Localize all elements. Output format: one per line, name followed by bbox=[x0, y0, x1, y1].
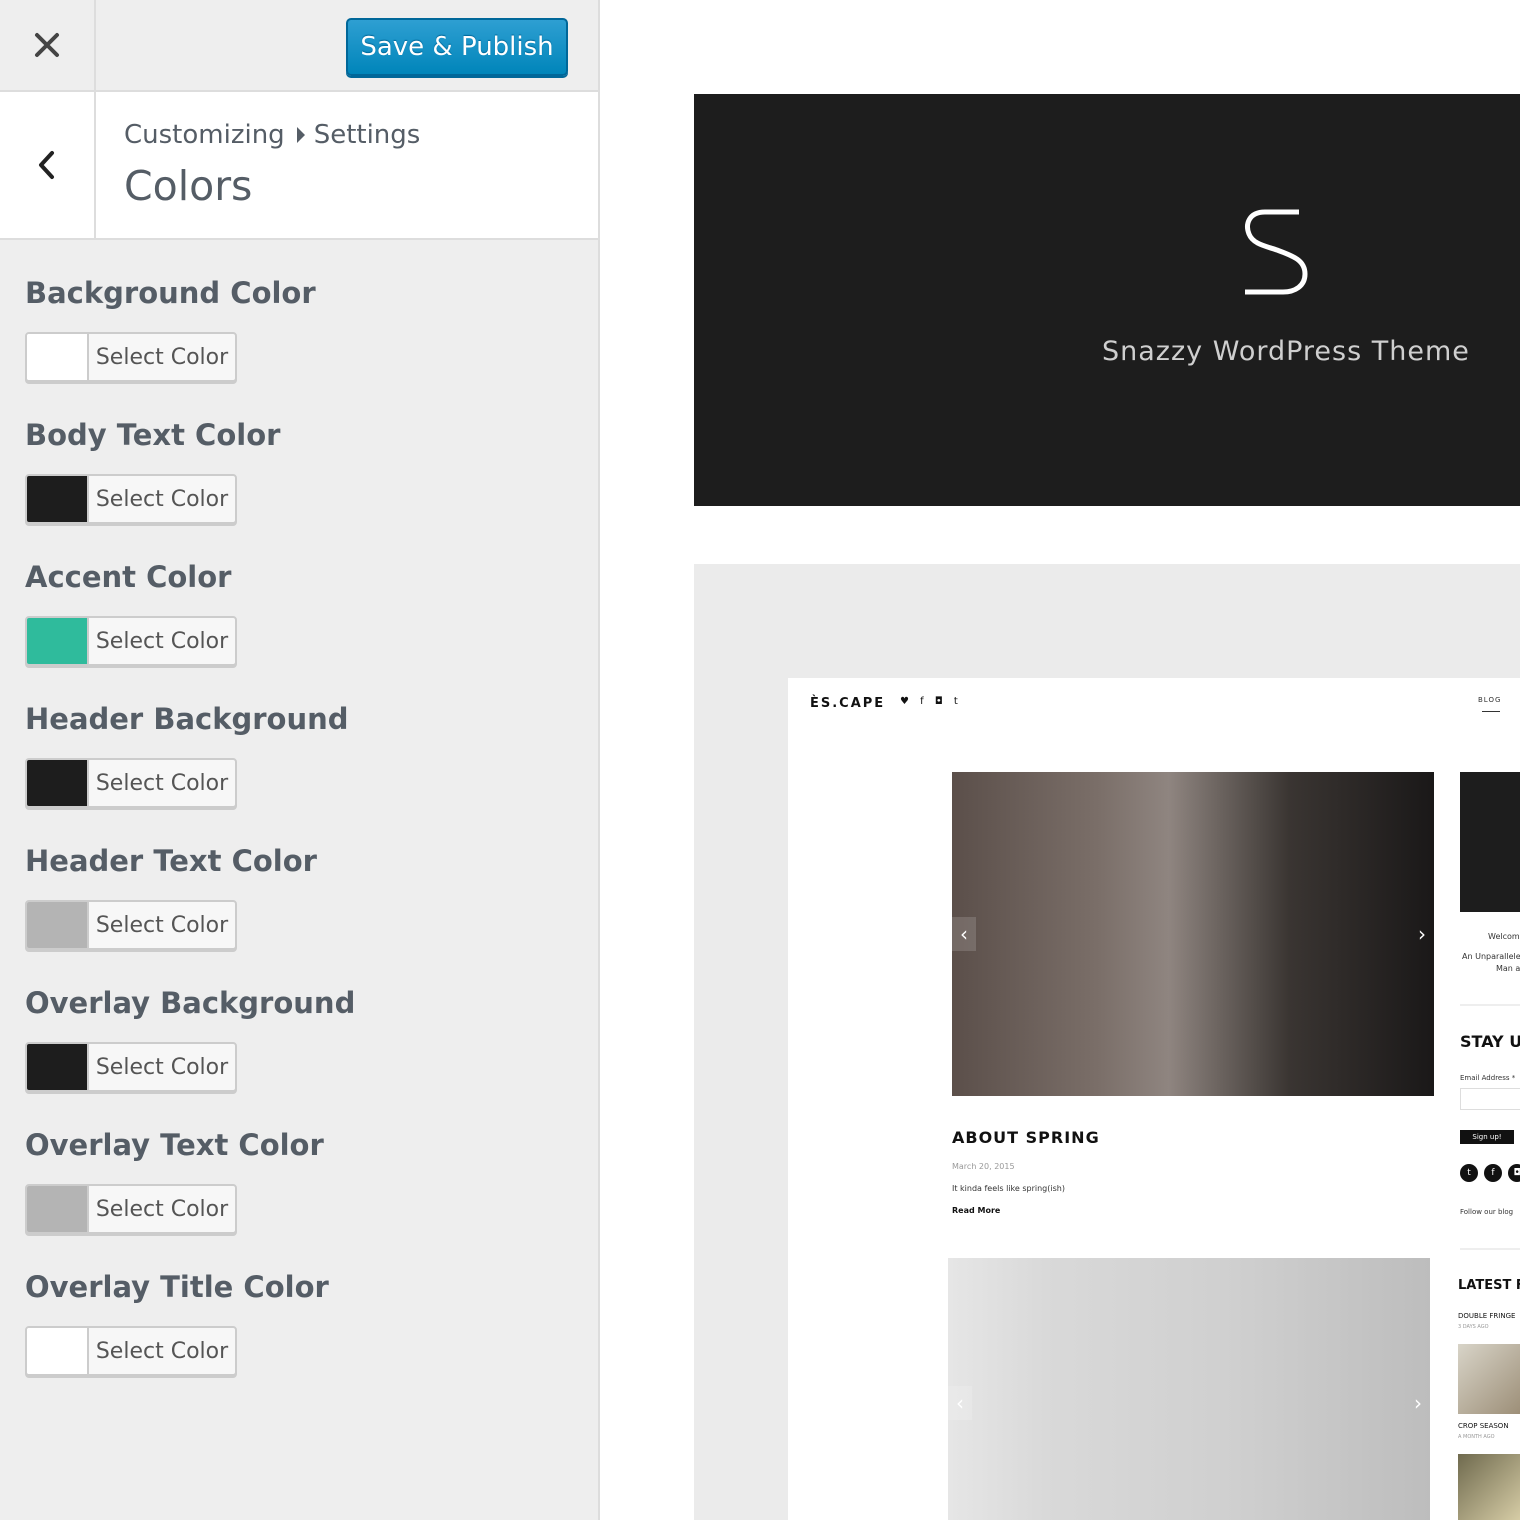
slider-next-icon[interactable]: › bbox=[1410, 917, 1434, 951]
color-control: Header Text Color Select Color bbox=[25, 844, 585, 950]
slider-prev-icon[interactable]: ‹ bbox=[948, 1386, 972, 1420]
section-title: Colors bbox=[124, 162, 253, 210]
breadcrumb-settings: Settings bbox=[313, 120, 421, 150]
select-color-label: Select Color bbox=[95, 628, 229, 654]
breadcrumb-customizing: Customizing bbox=[124, 120, 285, 150]
color-control: Overlay Title Color Select Color bbox=[25, 1270, 585, 1376]
select-color-button[interactable]: Select Color bbox=[25, 332, 237, 382]
select-color-button[interactable]: Select Color bbox=[25, 474, 237, 524]
color-swatch[interactable] bbox=[27, 760, 89, 806]
color-swatch[interactable] bbox=[27, 476, 89, 522]
s-logo-icon bbox=[1245, 209, 1308, 295]
color-control: Background Color Select Color bbox=[25, 276, 585, 382]
save-publish-button[interactable]: Save & Publish bbox=[346, 18, 568, 76]
sidebar-stay-heading: STAY U bbox=[1460, 1032, 1520, 1051]
preview-hero: Snazzy WordPress Theme bbox=[694, 94, 1520, 506]
site-sidebar: Welcom An Unparallele Man and STAY U Ema… bbox=[1458, 772, 1520, 1520]
color-control: Body Text Color Select Color bbox=[25, 418, 585, 524]
color-control: Header Background Select Color bbox=[25, 702, 585, 808]
breadcrumb: Customizing Settings bbox=[124, 120, 420, 150]
sidebar-post-thumbnail[interactable] bbox=[1458, 1454, 1520, 1520]
color-control-label: Background Color bbox=[25, 276, 316, 310]
instagram-icon[interactable]: ◘ bbox=[1508, 1164, 1520, 1182]
sidebar-signup-button[interactable]: Sign up! bbox=[1460, 1130, 1514, 1144]
back-button[interactable] bbox=[0, 92, 96, 238]
color-swatch[interactable] bbox=[27, 334, 89, 380]
select-color-label: Select Color bbox=[95, 1196, 229, 1222]
sidebar-email-label: Email Address * bbox=[1460, 1074, 1516, 1082]
color-control-label: Header Background bbox=[25, 702, 349, 736]
select-color-button[interactable]: Select Color bbox=[25, 616, 237, 666]
select-color-label: Select Color bbox=[95, 344, 229, 370]
color-control-label: Accent Color bbox=[25, 560, 232, 594]
post-excerpt: It kinda feels like spring(ish) bbox=[952, 1184, 1065, 1193]
select-color-label: Select Color bbox=[95, 770, 229, 796]
sidebar-latest-heading: LATEST F bbox=[1458, 1278, 1520, 1293]
sidebar-post-date: 3 DAYS AGO bbox=[1458, 1324, 1489, 1330]
theme-showcase: ÈS.CAPE ♥ f ◘ t BLOG ‹ › ABOUT SPRING Ma… bbox=[694, 564, 1520, 1520]
select-color-label: Select Color bbox=[95, 1338, 229, 1364]
slider-photo-man: ‹ › bbox=[952, 772, 1434, 1096]
sidebar-follow[interactable]: Follow our blog bbox=[1460, 1208, 1513, 1216]
sidebar-post-date: A MONTH AGO bbox=[1458, 1434, 1495, 1440]
sidebar-welcome: Welcom bbox=[1488, 932, 1520, 941]
sidebar-post-title[interactable]: CROP SEASON bbox=[1458, 1422, 1509, 1430]
sidebar-tagline: An Unparallele bbox=[1462, 952, 1520, 961]
site-logo: ÈS.CAPE bbox=[810, 696, 886, 711]
site-nav-blog[interactable]: BLOG bbox=[1478, 696, 1501, 704]
select-color-label: Select Color bbox=[95, 1054, 229, 1080]
sidebar-post-title[interactable]: DOUBLE FRINGE bbox=[1458, 1312, 1515, 1320]
select-color-button[interactable]: Select Color bbox=[25, 1184, 237, 1234]
customizer-sidebar: Save & Publish Customizing Settings Colo… bbox=[0, 0, 600, 1520]
color-swatch[interactable] bbox=[27, 1044, 89, 1090]
site-mockup: ÈS.CAPE ♥ f ◘ t BLOG ‹ › ABOUT SPRING Ma… bbox=[788, 678, 1520, 1520]
color-control: Overlay Text Color Select Color bbox=[25, 1128, 585, 1234]
post-title[interactable]: ABOUT SPRING bbox=[952, 1128, 1100, 1147]
sidebar-tagline-2: Man and bbox=[1496, 964, 1520, 973]
color-swatch[interactable] bbox=[27, 902, 89, 948]
color-swatch[interactable] bbox=[27, 1328, 89, 1374]
color-swatch[interactable] bbox=[27, 618, 89, 664]
sidebar-divider bbox=[1460, 1248, 1520, 1250]
section-header: Customizing Settings Colors bbox=[0, 92, 598, 240]
sidebar-post-thumbnail[interactable] bbox=[1458, 1344, 1520, 1414]
close-icon bbox=[35, 33, 59, 57]
close-button[interactable] bbox=[0, 0, 96, 90]
color-control: Overlay Background Select Color bbox=[25, 986, 585, 1092]
select-color-label: Select Color bbox=[95, 912, 229, 938]
post-date: March 20, 2015 bbox=[952, 1162, 1015, 1171]
slider-prev-icon[interactable]: ‹ bbox=[952, 917, 976, 951]
sidebar-image bbox=[1460, 772, 1520, 912]
customizer-toolbar: Save & Publish bbox=[0, 0, 598, 92]
facebook-icon[interactable]: f bbox=[1484, 1164, 1502, 1182]
color-control-label: Overlay Text Color bbox=[25, 1128, 324, 1162]
hero-title: Snazzy WordPress Theme bbox=[1102, 336, 1470, 367]
color-control-label: Overlay Background bbox=[25, 986, 356, 1020]
sidebar-divider bbox=[1460, 1004, 1520, 1006]
site-social-icons[interactable]: ♥ f ◘ t bbox=[900, 696, 962, 707]
color-control-label: Body Text Color bbox=[25, 418, 281, 452]
select-color-button[interactable]: Select Color bbox=[25, 900, 237, 950]
color-control-label: Header Text Color bbox=[25, 844, 317, 878]
slider-photo-couple: ‹ › bbox=[948, 1258, 1430, 1520]
color-control-label: Overlay Title Color bbox=[25, 1270, 329, 1304]
color-control: Accent Color Select Color bbox=[25, 560, 585, 666]
sidebar-email-input[interactable] bbox=[1460, 1088, 1520, 1110]
breadcrumb-separator-icon bbox=[296, 127, 305, 143]
select-color-button[interactable]: Select Color bbox=[25, 758, 237, 808]
preview-pane: Snazzy WordPress Theme ÈS.CAPE ♥ f ◘ t B… bbox=[600, 0, 1520, 1520]
chevron-left-icon bbox=[39, 151, 54, 179]
color-swatch[interactable] bbox=[27, 1186, 89, 1232]
twitter-icon[interactable]: t bbox=[1460, 1164, 1478, 1182]
slider-next-icon[interactable]: › bbox=[1406, 1386, 1430, 1420]
select-color-button[interactable]: Select Color bbox=[25, 1042, 237, 1092]
read-more-link[interactable]: Read More bbox=[952, 1206, 1000, 1215]
select-color-button[interactable]: Select Color bbox=[25, 1326, 237, 1376]
select-color-label: Select Color bbox=[95, 486, 229, 512]
site-nav-underline bbox=[1482, 711, 1500, 712]
